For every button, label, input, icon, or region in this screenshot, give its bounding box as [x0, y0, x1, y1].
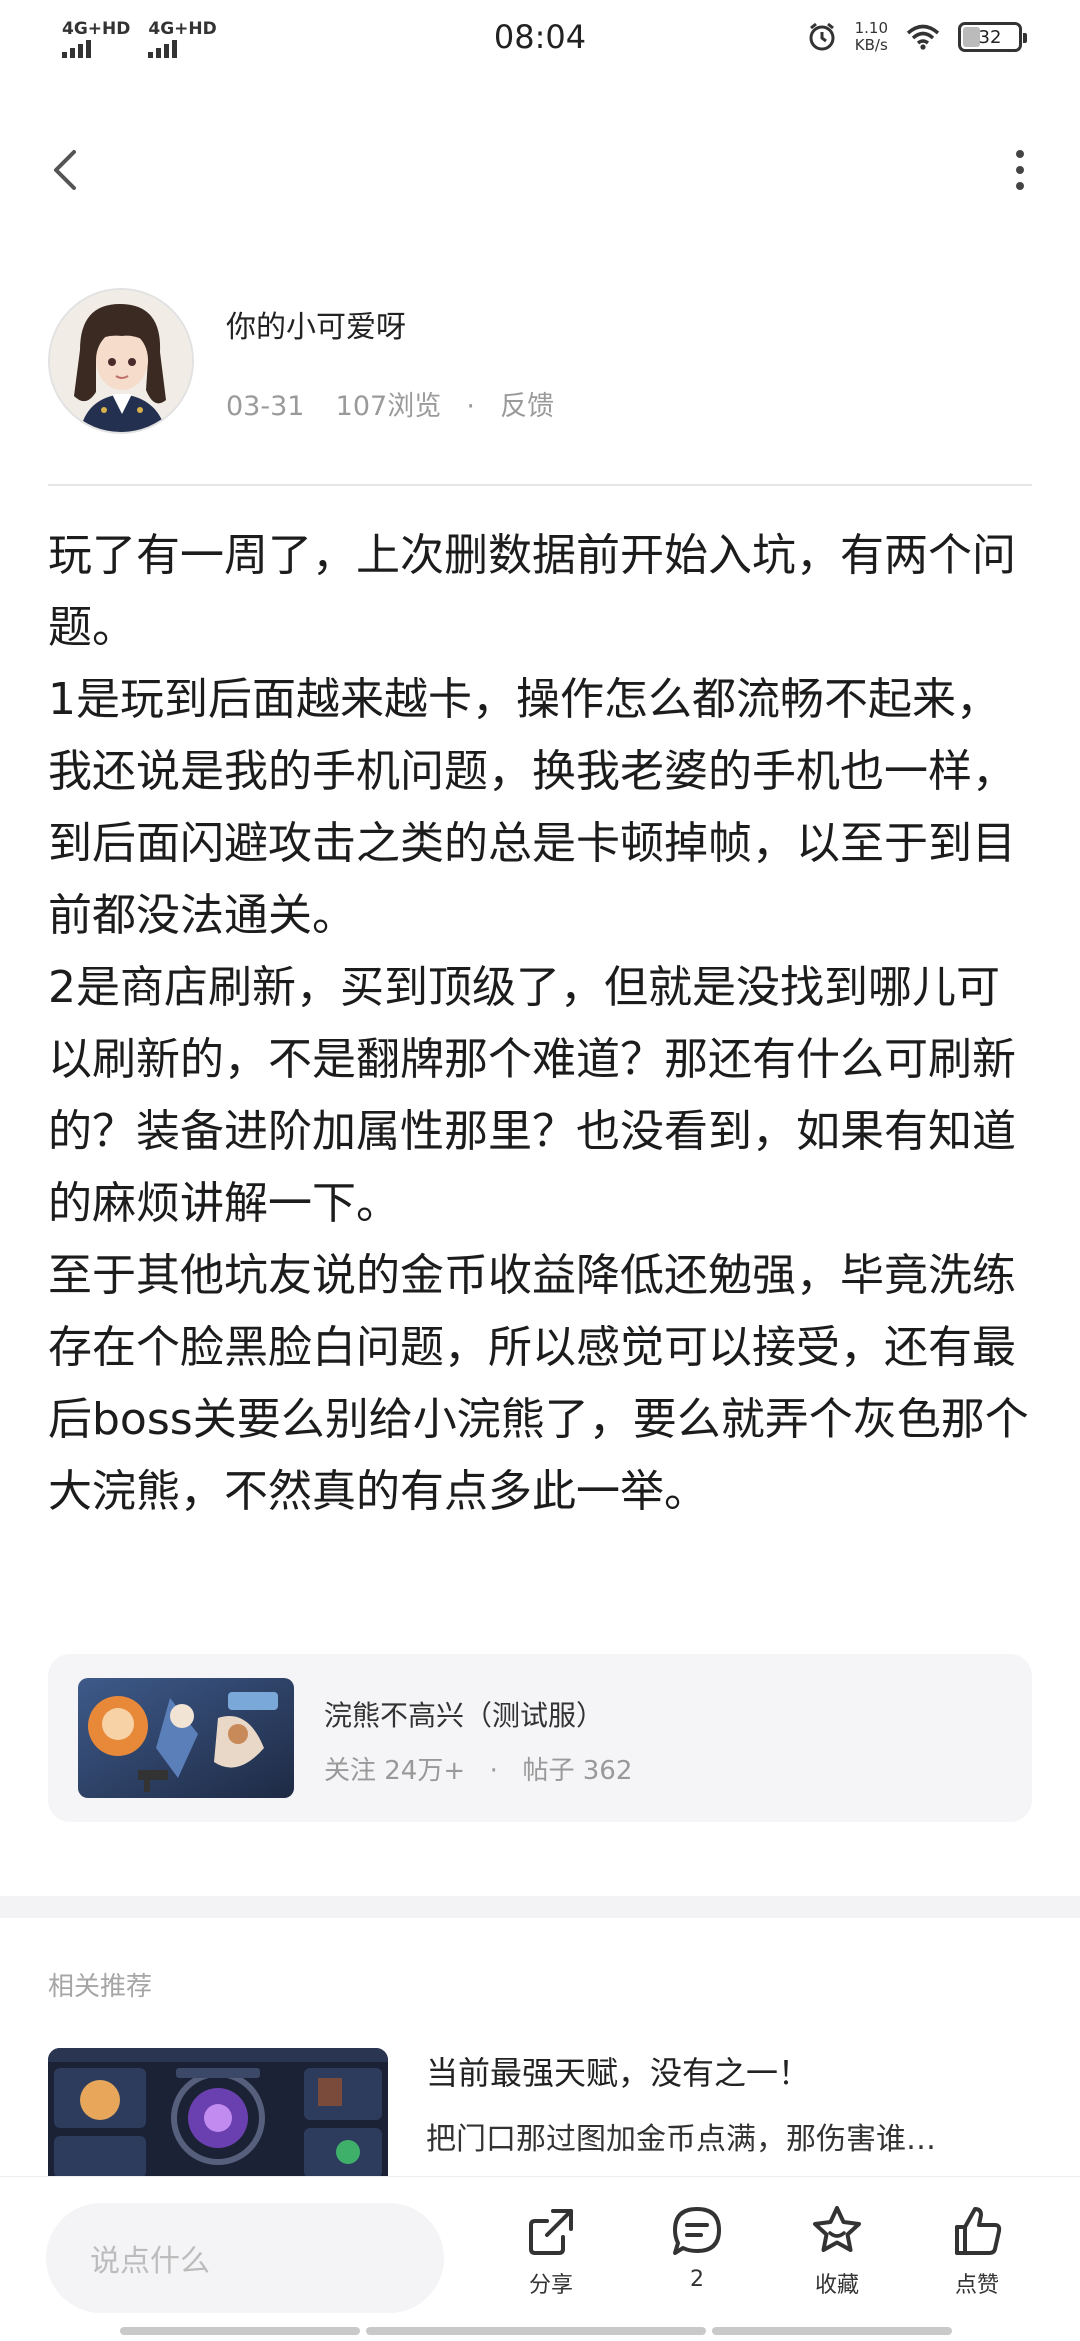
- battery-icon: 32: [958, 22, 1027, 52]
- chevron-left-icon: [54, 150, 76, 190]
- comment-placeholder: 说点什么: [90, 2244, 210, 2279]
- post-meta: 03-31 107浏览 · 反馈: [226, 384, 554, 423]
- game-thumbnail: [78, 1678, 294, 1798]
- post-author: 你的小可爱呀 03-31 107浏览 · 反馈: [48, 288, 1032, 436]
- divider: [48, 484, 1032, 486]
- section-separator: [0, 1896, 1080, 1918]
- more-dot: [1016, 182, 1024, 190]
- related-item[interactable]: 当前最强天赋，没有之一！ 把门口那过图加金币点满，那伤害谁…: [48, 2048, 1032, 2178]
- status-bar: 4G+HD 4G+HD 08:04 1.10 KB/s 32: [0, 0, 1080, 80]
- view-count: 107浏览: [335, 391, 442, 422]
- related-item-snippet: 把门口那过图加金币点满，那伤害谁…: [426, 2122, 936, 2157]
- related-section-title: 相关推荐: [48, 1972, 153, 2002]
- avatar[interactable]: [48, 288, 194, 434]
- more-dot: [1016, 166, 1024, 174]
- more-dot: [1016, 150, 1024, 158]
- network-speed: 1.10 KB/s: [855, 20, 888, 54]
- report-link[interactable]: 反馈: [500, 391, 554, 422]
- favorite-button[interactable]: 收藏: [782, 2203, 892, 2299]
- meta-separator: ·: [466, 391, 475, 422]
- game-stats: 关注 24万+ · 帖子 362: [324, 1750, 632, 1787]
- comment-button[interactable]: 2: [642, 2203, 752, 2292]
- game-posts: 帖子 362: [522, 1756, 633, 1786]
- share-label: 分享: [528, 2273, 573, 2298]
- like-label: 点赞: [954, 2273, 999, 2298]
- game-followers: 关注 24万+: [324, 1756, 466, 1786]
- related-thumbnail-image: [48, 2048, 388, 2178]
- game-name: 浣熊不高兴（测试服）: [324, 1699, 605, 1732]
- bottom-action-bar: 说点什么 分享 2 收藏 点赞: [0, 2176, 1080, 2341]
- gesture-bar: [0, 2327, 1080, 2335]
- share-button[interactable]: 分享: [496, 2203, 606, 2299]
- share-icon: [529, 2209, 573, 2255]
- battery-level: 32: [978, 26, 1002, 48]
- author-name[interactable]: 你的小可爱呀: [226, 302, 406, 346]
- star-icon: [813, 2206, 861, 2252]
- like-button[interactable]: 点赞: [922, 2203, 1032, 2299]
- stats-separator: ·: [489, 1756, 498, 1786]
- alarm-icon: [809, 22, 835, 51]
- comment-input[interactable]: 说点什么: [46, 2203, 444, 2313]
- comment-count: 2: [690, 2267, 704, 2292]
- back-button[interactable]: [44, 138, 88, 202]
- comment-bubble-icon: [673, 2207, 721, 2255]
- game-card[interactable]: 浣熊不高兴（测试服） 关注 24万+ · 帖子 362: [48, 1654, 1032, 1822]
- related-thumbnail: [48, 2048, 388, 2178]
- post-date: 03-31: [226, 391, 305, 422]
- game-thumbnail-image: [78, 1678, 294, 1798]
- wifi-icon: [906, 24, 940, 50]
- favorite-label: 收藏: [814, 2273, 859, 2298]
- status-icons: 1.10 KB/s 32: [807, 20, 1027, 54]
- avatar-image: [50, 290, 192, 432]
- post-body: 玩了有一周了，上次删数据前开始入坑，有两个问题。 1是玩到后面越来越卡，操作怎么…: [48, 530, 1029, 1517]
- network-speed-value: 1.10: [854, 19, 888, 37]
- more-options-button[interactable]: [1000, 138, 1040, 202]
- network-speed-unit: KB/s: [854, 36, 888, 54]
- thumbs-up-icon: [955, 2207, 1002, 2255]
- related-item-title: 当前最强天赋，没有之一！: [426, 2054, 811, 2092]
- top-nav: [0, 130, 1080, 210]
